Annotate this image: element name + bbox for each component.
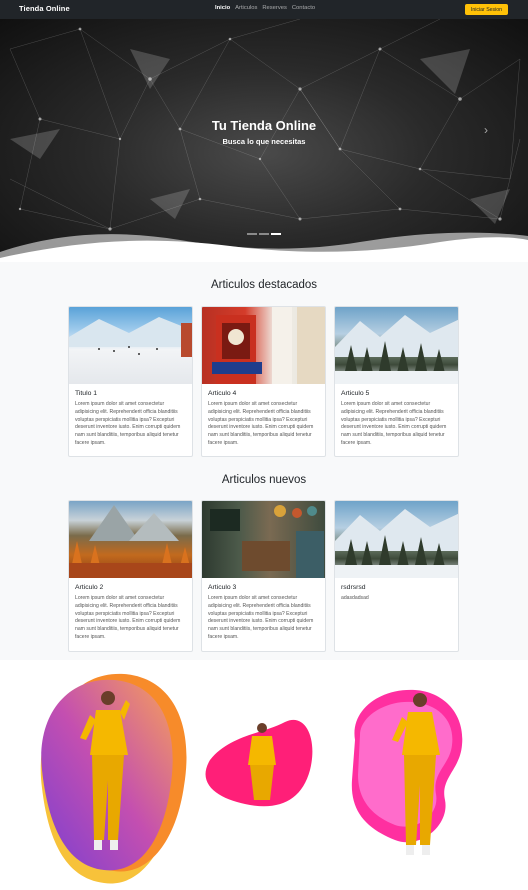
card-title: Articulo 5 (341, 390, 370, 397)
card-text: Lorem ipsum dolor sit amet consectetur a… (341, 401, 447, 446)
product-card[interactable]: Articulo 4 Lorem ipsum dolor sit amet co… (201, 306, 326, 457)
hero-carousel: Tu Tienda Online Busca lo que necesitas … (0, 19, 528, 262)
card-text: Lorem ipsum dolor sit amet consectetur a… (208, 595, 314, 640)
card-title: Articulo 4 (208, 390, 237, 397)
featured-section: Articulos destacados Titulo 1 Lorem ipsu… (0, 262, 528, 462)
product-card[interactable]: Articulo 3 Lorem ipsum dolor sit amet co… (201, 500, 326, 652)
promo-illustrations (40, 673, 463, 884)
nav-link-articulos[interactable]: Articulos (235, 5, 257, 11)
product-card[interactable]: rsdrsrsd adasdadsad (334, 500, 459, 652)
card-image (69, 307, 192, 384)
nav-link-reserves[interactable]: Reserves (262, 5, 286, 11)
product-card[interactable]: Articulo 5 Lorem ipsum dolor sit amet co… (334, 306, 459, 457)
product-card[interactable]: Articulo 2 Lorem ipsum dolor sit amet co… (68, 500, 193, 652)
new-title: Articulos nuevos (221, 474, 307, 486)
new-section: Articulos nuevos Articulo 2 Lorem ipsum … (0, 462, 528, 660)
card-image (202, 501, 325, 578)
card-title: Articulo 2 (75, 584, 104, 591)
login-button[interactable]: Iniciar Sesion (465, 4, 508, 15)
card-image (202, 307, 325, 384)
hero-subtitle: Busca lo que necesitas (222, 137, 306, 146)
nav-links: Inicio Articulos Reserves Contacto (215, 5, 315, 11)
navbar: Tienda Online Inicio Articulos Reserves … (0, 0, 528, 19)
card-image (335, 501, 458, 578)
card-title: rsdrsrsd (341, 584, 366, 591)
card-text: Lorem ipsum dolor sit amet consectetur a… (75, 595, 181, 640)
brand-logo[interactable]: Tienda Online (19, 4, 70, 13)
card-title: Titulo 1 (75, 390, 98, 397)
nav-link-inicio[interactable]: Inicio (215, 5, 230, 11)
hero-wave (0, 232, 528, 262)
nav-link-contacto[interactable]: Contacto (292, 5, 315, 11)
hero-title: Tu Tienda Online (211, 118, 317, 133)
card-image (335, 307, 458, 384)
card-text: adasdadsad (341, 595, 369, 601)
card-text: Lorem ipsum dolor sit amet consectetur a… (75, 401, 181, 446)
chevron-right-icon[interactable]: › (484, 123, 488, 137)
product-card[interactable]: Titulo 1 Lorem ipsum dolor sit amet cons… (68, 306, 193, 457)
featured-title: Articulos destacados (210, 279, 318, 291)
card-image (69, 501, 192, 578)
card-title: Articulo 3 (208, 584, 237, 591)
card-text: Lorem ipsum dolor sit amet consectetur a… (208, 401, 314, 446)
promo-blobs (0, 660, 528, 890)
